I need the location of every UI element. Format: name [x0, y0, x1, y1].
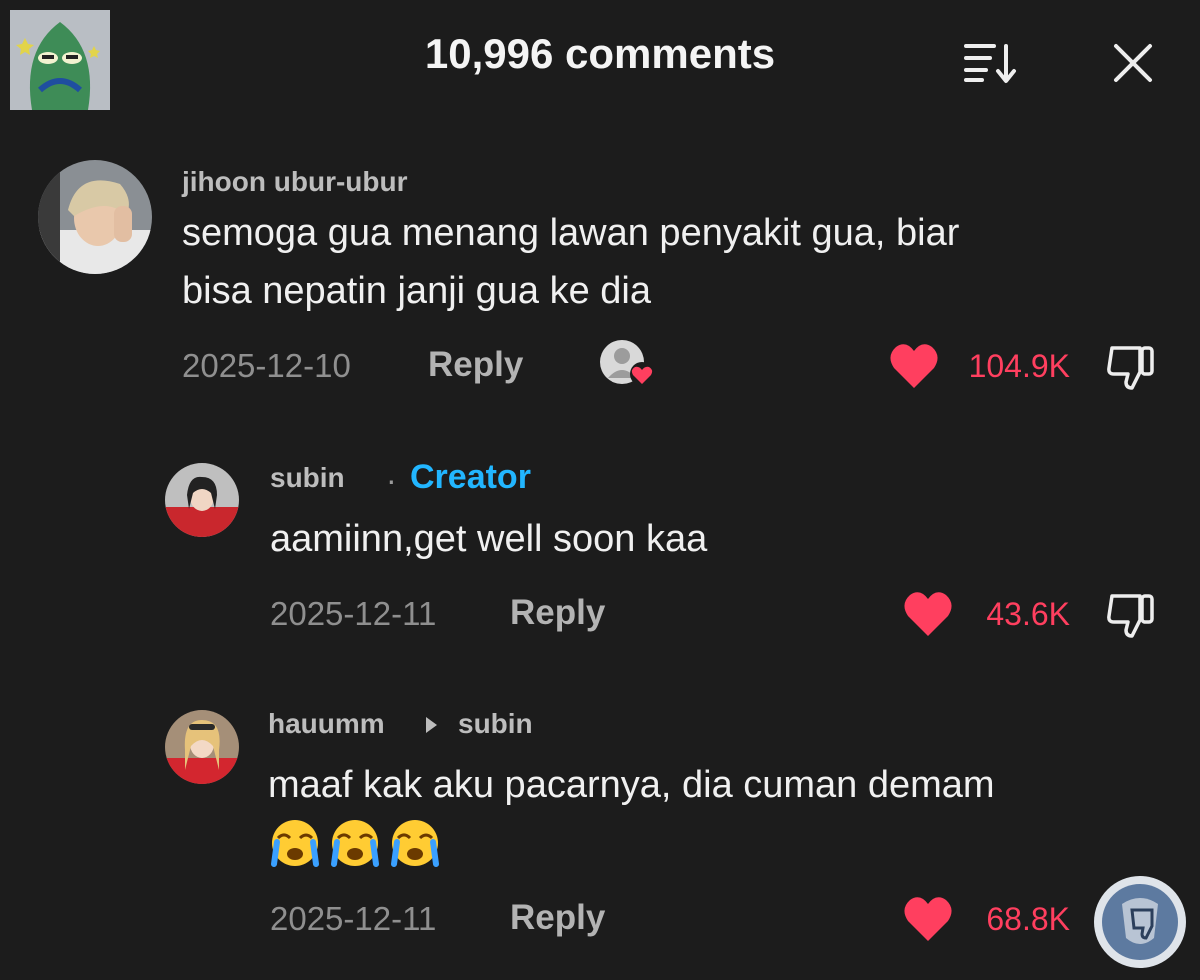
comment-text-line-1: aamiinn,get well soon kaa [270, 518, 708, 560]
like-count: 104.9K [968, 348, 1070, 384]
like-count: 43.6K [986, 596, 1070, 632]
comment-text-line-1: semoga gua menang lawan penyakit gua, bi… [182, 212, 960, 254]
dislike-icon[interactable] [1104, 342, 1160, 392]
heart-icon[interactable] [888, 342, 940, 390]
comment-text-line-1: maaf kak aku pacarnya, dia cuman demam [268, 764, 995, 806]
crying-emoji-icon [271, 820, 319, 867]
reply-button[interactable]: Reply [510, 898, 605, 938]
reply-button[interactable]: Reply [510, 593, 605, 633]
watermark-logo-icon [1092, 874, 1188, 970]
avatar[interactable] [165, 463, 239, 537]
like-count: 68.8K [986, 901, 1070, 937]
reply-button[interactable]: Reply [428, 345, 523, 385]
creator-liked-heart-icon [596, 338, 660, 390]
creator-badge: Creator [410, 458, 531, 496]
emoji-row [268, 818, 442, 868]
comment-date: 2025-12-11 [270, 595, 437, 632]
sticker-image [10, 10, 110, 110]
reply-to-username[interactable]: subin [458, 708, 533, 740]
comment-date: 2025-12-10 [182, 347, 351, 384]
sort-icon[interactable] [960, 40, 1020, 84]
comment-count-title: 10,996 comments [424, 30, 776, 77]
avatar[interactable] [38, 160, 152, 274]
comment-text-line-2: bisa nepatin janji gua ke dia [182, 270, 652, 312]
comment-date: 2025-12-11 [270, 900, 437, 937]
username[interactable]: jihoon ubur-ubur [182, 166, 408, 198]
reply-arrow-icon [422, 714, 440, 736]
avatar[interactable] [165, 710, 239, 784]
username[interactable]: hauumm [268, 708, 385, 740]
badge-separator: · [386, 462, 397, 498]
username[interactable]: subin [270, 462, 345, 494]
close-icon[interactable] [1108, 38, 1158, 88]
crying-emoji-icon [331, 820, 379, 867]
dislike-icon[interactable] [1104, 590, 1160, 640]
crying-emoji-icon [391, 820, 439, 867]
